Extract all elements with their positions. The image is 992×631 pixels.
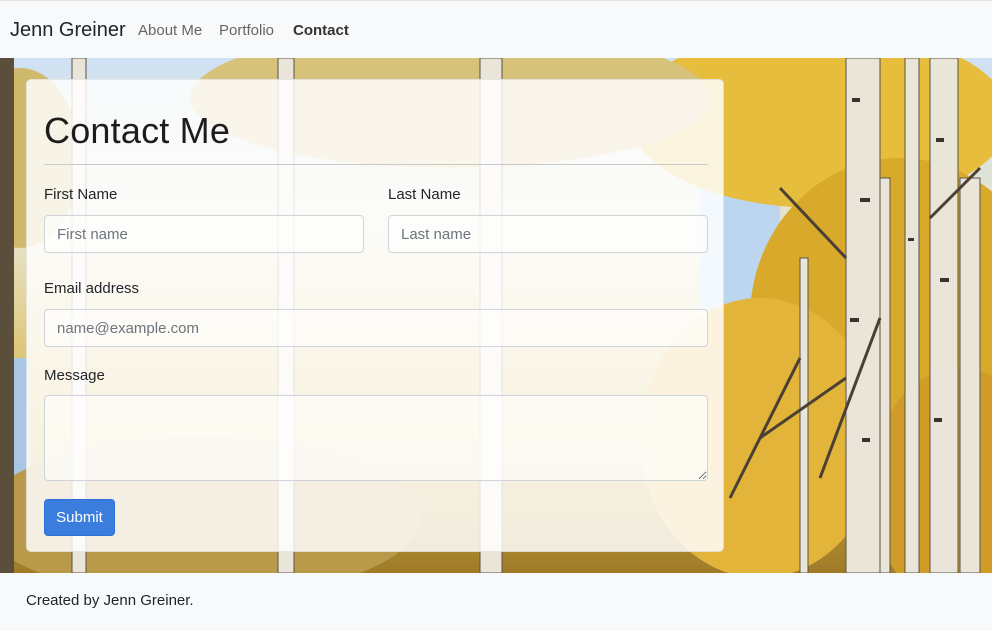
nav-link-portfolio[interactable]: Portfolio (219, 22, 274, 39)
last-name-label: Last Name (388, 186, 461, 203)
navbar: Jenn Greiner About Me Portfolio Contact (0, 0, 992, 58)
footer-text: Created by Jenn Greiner. (26, 592, 194, 609)
email-label: Email address (44, 280, 140, 297)
brand-link[interactable]: Jenn Greiner (10, 19, 126, 42)
nav-link-contact[interactable]: Contact (293, 22, 349, 39)
contact-card: Contact Me First Name Last Name Email ad… (26, 79, 724, 552)
message-label: Message (44, 367, 105, 384)
message-textarea[interactable] (44, 395, 708, 481)
nav-link-about-me[interactable]: About Me (138, 22, 202, 39)
footer: Created by Jenn Greiner. (0, 573, 992, 631)
title-divider (44, 164, 708, 165)
last-name-input[interactable] (388, 215, 708, 253)
email-input[interactable] (44, 309, 708, 347)
page-title: Contact Me (44, 110, 231, 151)
submit-button[interactable]: Submit (44, 499, 115, 536)
first-name-label: First Name (44, 186, 118, 203)
first-name-input[interactable] (44, 215, 364, 253)
